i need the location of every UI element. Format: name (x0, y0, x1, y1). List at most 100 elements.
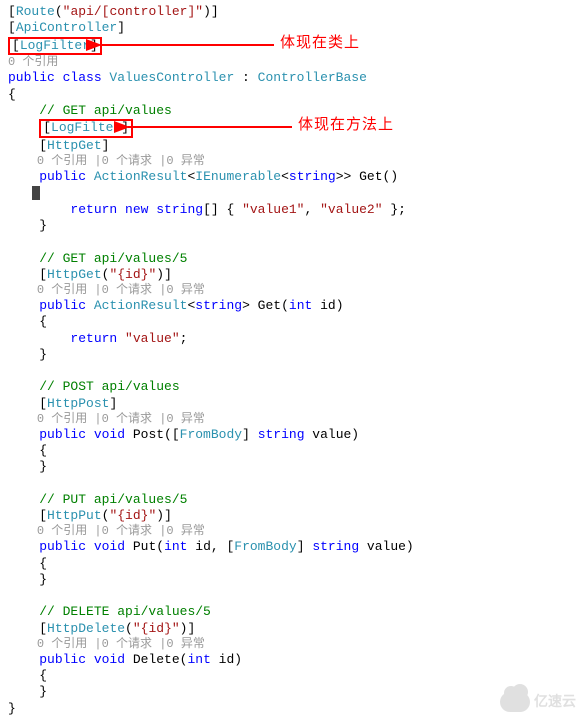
array-end: }; (383, 202, 406, 217)
brace-close: } (8, 684, 576, 700)
codelens: 0 个引用 (8, 55, 576, 70)
method-name: Post([ (125, 427, 180, 442)
keyword-return: return (70, 202, 125, 217)
param-mid: id, [ (187, 539, 234, 554)
blank-line (8, 363, 576, 379)
code-line: [HttpPut("{id}")] (8, 508, 576, 524)
watermark-text: 亿速云 (534, 693, 576, 711)
method-signature: public ActionResult<IEnumerable<string>>… (8, 169, 576, 185)
string-value1: "value1" (242, 202, 304, 217)
comma: , (305, 202, 321, 217)
string-value2: "value2" (320, 202, 382, 217)
method-mid: > Get( (242, 298, 289, 313)
comment-text: // GET api/values/5 (39, 251, 187, 266)
code-line: [HttpGet] (8, 138, 576, 154)
keyword-string: string (258, 427, 305, 442)
brace-open: { (8, 556, 576, 572)
comment-line: // GET api/values (8, 103, 576, 119)
apicontroller-attr: ApiController (16, 20, 117, 35)
keyword-public: public (39, 169, 94, 184)
codelens-text: 0 个引用 |0 个请求 |0 异常 (37, 154, 205, 168)
method-signature: public ActionResult<string> Get(int id) (8, 298, 576, 314)
param-end: id) (211, 652, 242, 667)
brace-open: { (8, 443, 576, 459)
logfilter-attr: LogFilter (20, 38, 90, 53)
annotation-method-level: 体现在方法上 (298, 116, 394, 135)
keyword-public: public (39, 427, 94, 442)
codelens-text: 0 个引用 |0 个请求 |0 异常 (37, 283, 205, 297)
watermark: 亿速云 (500, 689, 576, 715)
code-line: [Route("api/[controller]")] (8, 4, 576, 20)
method-signature: public void Delete(int id) (8, 652, 576, 668)
bracket-open: [ (12, 38, 20, 53)
route-template: "{id}" (109, 508, 156, 523)
keyword-int: int (289, 298, 312, 313)
comment-line: // POST api/values (8, 379, 576, 395)
paren: ( (125, 621, 133, 636)
paren-close: )] (203, 4, 219, 19)
keyword-int: int (164, 539, 187, 554)
keyword-void: void (94, 539, 125, 554)
paren: ( (55, 4, 63, 19)
method-name: Put( (125, 539, 164, 554)
class-name: ValuesController (109, 70, 234, 85)
method-end: >> Get() (336, 169, 398, 184)
paren-close: )] (156, 508, 172, 523)
type-actionresult: ActionResult (94, 169, 188, 184)
bracket-open: [ (8, 20, 16, 35)
method-name: Delete( (125, 652, 187, 667)
keyword-return: return (70, 331, 125, 346)
arrow-method-level (122, 120, 292, 134)
code-line: [HttpDelete("{id}")] (8, 621, 576, 637)
route-attr-name: Route (16, 4, 55, 19)
route-string: "api/[controller]" (63, 4, 203, 19)
codelens-text: 0 个引用 |0 个请求 |0 异常 (37, 637, 205, 651)
codelens: 0 个引用 |0 个请求 |0 异常 (8, 154, 576, 169)
codelens: 0 个引用 |0 个请求 |0 异常 (8, 637, 576, 652)
brace-close: } (8, 572, 576, 588)
logfilter-class-highlight: [LogFilter] (8, 37, 102, 56)
method-end: id) (312, 298, 343, 313)
semicolon: ; (180, 331, 188, 346)
array-body: [] { (203, 202, 242, 217)
blank-line (8, 476, 576, 492)
param-end: value) (359, 539, 414, 554)
paren-close: )] (156, 267, 172, 282)
keyword-public-class: public class (8, 70, 109, 85)
logfilter-method-highlight: [LogFilter] (39, 119, 133, 138)
comment-line: // PUT api/values/5 (8, 492, 576, 508)
bracket-open: [ (39, 138, 47, 153)
codelens: 0 个引用 |0 个请求 |0 异常 (8, 283, 576, 298)
keyword-string: string (195, 298, 242, 313)
httpget-attr: HttpGet (47, 138, 102, 153)
bracket: ] (242, 427, 258, 442)
httpdelete-attr: HttpDelete (47, 621, 125, 636)
httpget-attr: HttpGet (47, 267, 102, 282)
keyword-public: public (39, 539, 94, 554)
type-actionresult: ActionResult (94, 298, 188, 313)
blank-line (8, 234, 576, 250)
comment-line: // GET api/values/5 (8, 251, 576, 267)
codelens-text: 0 个引用 |0 个请求 |0 异常 (37, 524, 205, 538)
keyword-new: new (125, 202, 156, 217)
codelens-text: 0 个引用 |0 个请求 |0 异常 (37, 412, 205, 426)
route-template: "{id}" (133, 621, 180, 636)
method-signature: public void Put(int id, [FromBody] strin… (8, 539, 576, 555)
bracket-close: ] (117, 20, 125, 35)
keyword-void: void (94, 652, 125, 667)
keyword-int: int (187, 652, 210, 667)
logfilter-attr: LogFilter (51, 120, 121, 135)
bracket-close: ] (102, 138, 110, 153)
cursor-line (8, 186, 576, 202)
base-class: ControllerBase (258, 70, 367, 85)
comment-text: // DELETE api/values/5 (39, 604, 211, 619)
brace-open: { (8, 314, 576, 330)
brace-close: } (8, 218, 576, 234)
comment-text: // PUT api/values/5 (39, 492, 187, 507)
keyword-string: string (289, 169, 336, 184)
frombody-attr: FromBody (180, 427, 242, 442)
keyword-void: void (94, 427, 125, 442)
brace-close: } (8, 459, 576, 475)
bracket-open: [ (39, 621, 47, 636)
brace-open: { (8, 668, 576, 684)
